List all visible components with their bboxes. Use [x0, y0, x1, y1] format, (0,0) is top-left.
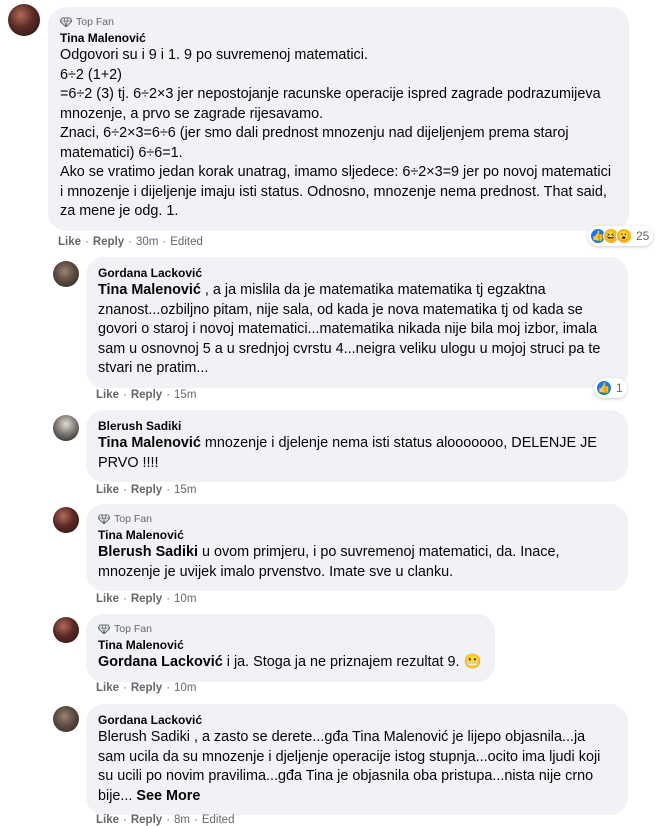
comment-bubble: Gordana Lacković Tina Malenović , a ja m…: [86, 257, 628, 388]
comment-actions: Like · Reply · 10m: [96, 593, 197, 605]
reply-button[interactable]: Reply: [93, 236, 124, 248]
avatar[interactable]: [53, 261, 79, 287]
timestamp[interactable]: 30m: [136, 236, 158, 248]
badge-label: Top Fan: [76, 15, 114, 28]
timestamp[interactable]: 10m: [174, 682, 196, 694]
timestamp[interactable]: 15m: [174, 484, 196, 496]
badge-label: Top Fan: [114, 512, 152, 525]
mention-link[interactable]: Blerush Sadiki: [98, 544, 198, 560]
comment-body: i ja. Stoga ja ne priznajem rezultat 9.: [222, 654, 464, 670]
comment-bubble: Gordana Lacković Blerush Sadiki , a zast…: [86, 704, 628, 815]
diamond-icon: [98, 624, 110, 634]
timestamp[interactable]: 8m: [174, 814, 190, 826]
comment-text: Tina Malenović , a ja mislila da je mate…: [98, 281, 616, 379]
top-fan-badge: Top Fan: [98, 512, 616, 525]
like-reaction-icon: 👍: [596, 380, 612, 396]
comment-bubble: Top Fan Tina Malenović Gordana Lacković …: [86, 614, 495, 682]
badge-label: Top Fan: [114, 622, 152, 635]
see-more-link[interactable]: See More: [136, 788, 200, 804]
comment-author[interactable]: Tina Malenović: [98, 527, 616, 543]
like-button[interactable]: Like: [96, 814, 119, 826]
reaction-count: 1: [616, 381, 623, 395]
mention-link[interactable]: Tina Malenović: [98, 282, 201, 298]
like-button[interactable]: Like: [96, 484, 119, 496]
reply-button[interactable]: Reply: [131, 814, 162, 826]
reply-button[interactable]: Reply: [131, 682, 162, 694]
comment-actions: Like · Reply · 15m: [96, 484, 197, 496]
reaction-summary[interactable]: 👍 1: [594, 378, 627, 398]
comment-actions: Like · Reply · 30m · Edited: [58, 236, 203, 248]
avatar[interactable]: [53, 617, 79, 643]
timestamp[interactable]: 10m: [174, 593, 196, 605]
reaction-summary[interactable]: 👍 😆 😮 25: [588, 226, 654, 246]
reply-button[interactable]: Reply: [131, 389, 162, 401]
edited-label: Edited: [201, 814, 235, 826]
like-button[interactable]: Like: [96, 389, 119, 401]
diamond-icon: [98, 514, 110, 524]
comment-author[interactable]: Blerush Sadiki: [98, 418, 616, 434]
like-button[interactable]: Like: [58, 236, 81, 248]
timestamp[interactable]: 15m: [174, 389, 196, 401]
avatar[interactable]: [8, 4, 40, 36]
comment-author[interactable]: Gordana Lacković: [98, 712, 616, 728]
comment-text: Blerush Sadiki u ovom primjeru, i po suv…: [98, 543, 616, 582]
avatar[interactable]: [53, 706, 79, 732]
avatar[interactable]: [53, 415, 79, 441]
comment-actions: Like · Reply · 10m: [96, 682, 197, 694]
mention-link[interactable]: Gordana Lacković: [98, 654, 223, 670]
edited-label: Edited: [170, 236, 203, 248]
reply-button[interactable]: Reply: [131, 593, 162, 605]
comment-actions: Like · Reply · 15m: [96, 389, 197, 401]
reply-button[interactable]: Reply: [131, 484, 162, 496]
comment-author[interactable]: Tina Malenović: [60, 30, 617, 46]
comment-text: Gordana Lacković i ja. Stoga ja ne prizn…: [98, 653, 483, 673]
top-fan-badge: Top Fan: [98, 622, 483, 635]
comment-actions: Like · Reply · 8m · Edited: [96, 814, 235, 826]
avatar[interactable]: [53, 507, 79, 533]
comment-author[interactable]: Tina Malenović: [98, 637, 483, 653]
comment-bubble: Blerush Sadiki Tina Malenović mnozenje i…: [86, 410, 628, 482]
comment-text: Tina Malenović mnozenje i djelenje nema …: [98, 434, 616, 473]
comment-author[interactable]: Gordana Lacković: [98, 265, 616, 281]
comment-bubble: Top Fan Tina Malenović Blerush Sadiki u …: [86, 504, 628, 591]
like-button[interactable]: Like: [96, 593, 119, 605]
diamond-icon: [60, 17, 72, 27]
comment-text: Odgovori su i 9 i 1. 9 po suvremenoj mat…: [60, 47, 612, 219]
reaction-count: 25: [636, 229, 650, 243]
like-button[interactable]: Like: [96, 682, 119, 694]
comment-bubble: Top Fan Tina Malenović Odgovori su i 9 i…: [48, 7, 629, 231]
comment-text: Blerush Sadiki , a zasto se derete...gđa…: [98, 728, 616, 806]
grimace-emoji-icon: 😬: [463, 654, 482, 670]
top-fan-badge: Top Fan: [60, 15, 617, 28]
mention-link[interactable]: Tina Malenović: [98, 435, 201, 451]
wow-reaction-icon: 😮: [616, 228, 632, 244]
